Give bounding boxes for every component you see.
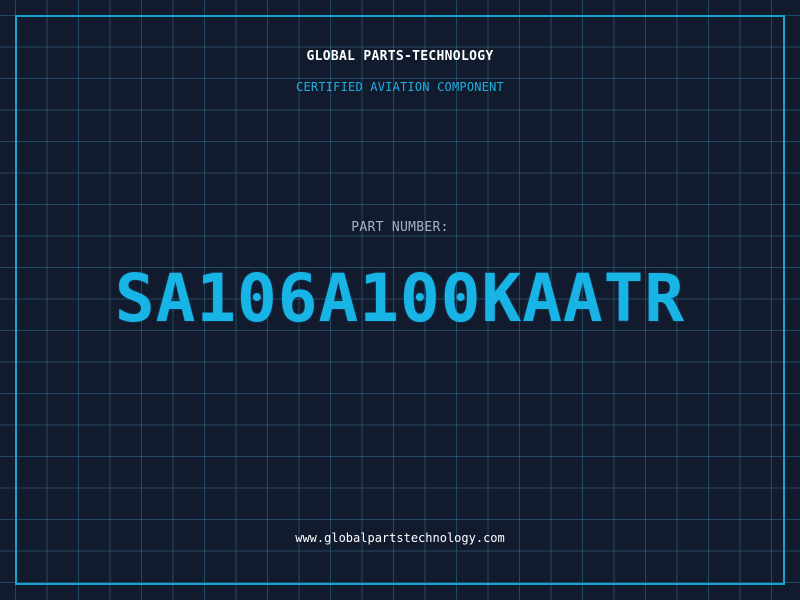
certificate-page: GLOBAL PARTS-TECHNOLOGY CERTIFIED AVIATI…	[0, 0, 800, 600]
part-number-label: PART NUMBER:	[351, 220, 449, 235]
part-number-value: SA106A100KAATR	[114, 260, 686, 337]
company-name: GLOBAL PARTS-TECHNOLOGY	[306, 49, 494, 64]
certification-tagline: CERTIFIED AVIATION COMPONENT	[296, 80, 504, 94]
website-url: www.globalpartstechnology.com	[295, 531, 505, 545]
